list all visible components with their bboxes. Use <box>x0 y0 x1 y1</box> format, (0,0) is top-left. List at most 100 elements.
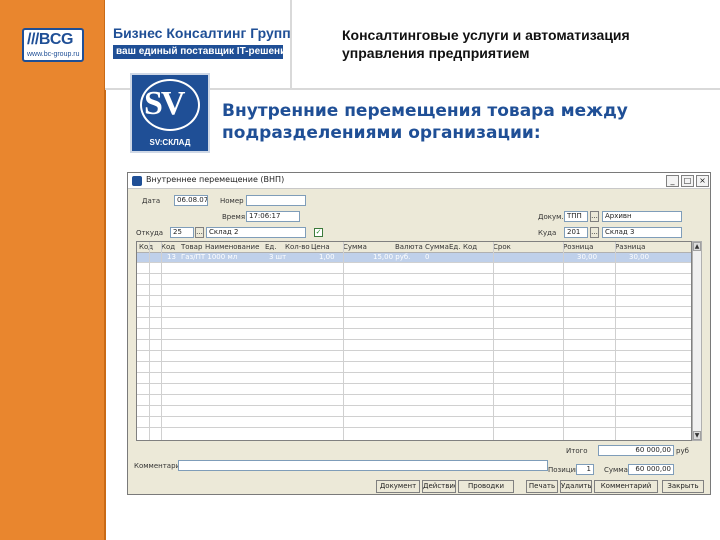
time-field[interactable]: 17:06:17 <box>246 211 300 222</box>
sv-logo-caption: SV:СКЛАД <box>149 138 191 147</box>
row-divider <box>137 328 691 329</box>
row-divider <box>137 405 691 406</box>
col-header[interactable]: Валюта <box>395 243 425 251</box>
slide-header: ///BCG www.bc-group.ru Бизнес Консалтинг… <box>0 0 720 92</box>
confirm-check-icon[interactable]: ✓ <box>314 228 323 237</box>
col-divider <box>615 242 616 440</box>
col-divider <box>493 242 494 440</box>
count-field: 1 <box>576 464 594 475</box>
count-label: Позиций <box>548 466 580 474</box>
table-cell[interactable]: 3 шт <box>269 253 293 262</box>
action-button[interactable]: Действие <box>422 480 456 493</box>
total-currency: руб <box>676 447 689 455</box>
doc-label: Докум. <box>538 213 564 221</box>
row-divider <box>137 317 691 318</box>
table-cell[interactable]: 0 <box>425 253 437 262</box>
row-divider <box>137 273 691 274</box>
col-divider <box>149 242 150 440</box>
col-header[interactable]: Цена <box>311 243 335 251</box>
delete-button[interactable]: Удалить <box>560 480 592 493</box>
app-icon <box>132 176 142 186</box>
to-code-field[interactable]: 201 <box>564 227 588 238</box>
table-cell[interactable]: 30,00 <box>577 253 607 262</box>
col-header[interactable]: Код <box>161 243 181 251</box>
slide-title: Внутренние перемещения товара между подр… <box>222 101 628 143</box>
sum-field: 60 000,00 <box>628 464 674 475</box>
company-tagline: ваш единый поставщик IT-решений <box>113 45 283 59</box>
grid-scrollbar[interactable]: ▲ ▼ <box>692 241 702 441</box>
close-form-button[interactable]: Закрыть <box>662 480 704 493</box>
maximize-button[interactable]: □ <box>681 175 694 187</box>
header-divider <box>290 0 292 88</box>
from-name-field[interactable]: Склад 2 <box>206 227 306 238</box>
number-label: Номер <box>220 197 244 205</box>
minimize-button[interactable]: _ <box>666 175 679 187</box>
col-header[interactable]: Кол-во <box>285 243 311 251</box>
total-label: Итого <box>566 447 588 455</box>
company-name: Бизнес Консалтинг Групп <box>113 25 291 41</box>
table-cell[interactable]: 30,00 <box>629 253 659 262</box>
to-name-field[interactable]: Склад 3 <box>602 227 682 238</box>
row-divider <box>137 295 691 296</box>
table-cell[interactable]: 1,00 <box>319 253 343 262</box>
transfer-document-window: Внутреннее перемещение (ВНП) _ □ × Дата … <box>127 172 711 495</box>
row-divider <box>137 339 691 340</box>
row-divider <box>137 350 691 351</box>
col-header[interactable]: Наименование <box>205 243 265 251</box>
window-titlebar[interactable]: Внутреннее перемещение (ВНП) _ □ × <box>128 173 710 189</box>
to-lookup-button[interactable]: ... <box>590 227 599 238</box>
row-divider <box>137 361 691 362</box>
comment-field[interactable] <box>178 460 548 471</box>
row-divider <box>137 383 691 384</box>
row-divider <box>137 306 691 307</box>
row-divider <box>137 427 691 428</box>
items-grid[interactable]: Код Код Товар Наименование Ед. Кол-во Це… <box>136 241 692 441</box>
document-button[interactable]: Документ <box>376 480 420 493</box>
number-field[interactable] <box>246 195 306 206</box>
bcg-logo: ///BCG www.bc-group.ru <box>22 28 84 62</box>
window-title: Внутреннее перемещение (ВНП) <box>146 175 285 184</box>
bcg-logo-mark: ///BCG <box>27 31 73 48</box>
price-type-field[interactable]: Архивн <box>602 211 682 222</box>
doc-lookup-button[interactable]: ... <box>590 211 599 222</box>
row-divider <box>137 372 691 373</box>
col-header[interactable]: Ед. <box>449 243 463 251</box>
sum-label: Сумма <box>604 466 628 474</box>
scroll-down-icon[interactable]: ▼ <box>693 431 701 440</box>
col-header[interactable]: Товар <box>181 243 205 251</box>
scroll-up-icon[interactable]: ▲ <box>693 242 701 251</box>
table-cell[interactable]: Газ/ПТ 1000 мл <box>181 253 265 262</box>
from-label: Откуда <box>136 229 164 237</box>
bcg-logo-url: www.bc-group.ru <box>27 51 80 58</box>
close-button[interactable]: × <box>696 175 709 187</box>
col-divider <box>161 242 162 440</box>
table-cell[interactable]: 13 <box>167 253 179 262</box>
col-header[interactable]: Сумма <box>343 243 383 251</box>
comment-button[interactable]: Комментарий <box>594 480 658 493</box>
col-header[interactable]: Разница <box>615 243 665 251</box>
to-label: Куда <box>538 229 557 237</box>
grid-header: Код Код Товар Наименование Ед. Кол-во Це… <box>137 242 691 253</box>
col-divider <box>343 242 344 440</box>
date-label: Дата <box>142 197 161 205</box>
col-divider <box>563 242 564 440</box>
from-code-field[interactable]: 25 <box>170 227 194 238</box>
row-divider <box>137 416 691 417</box>
row-divider <box>137 284 691 285</box>
date-field[interactable]: 06.08.07 <box>174 195 208 206</box>
col-header[interactable]: Сумма <box>425 243 449 251</box>
sv-logo-mark: SV <box>144 85 185 122</box>
print-button[interactable]: Печать <box>526 480 558 493</box>
time-label: Время <box>222 213 246 221</box>
col-header[interactable]: Ед. <box>265 243 285 251</box>
col-header[interactable]: Розница <box>563 243 613 251</box>
col-header[interactable]: Код <box>463 243 483 251</box>
from-lookup-button[interactable]: ... <box>195 227 204 238</box>
doc-code-field[interactable]: ТПП <box>564 211 588 222</box>
header-title: Консалтинговые услуги и автоматизация уп… <box>342 27 630 61</box>
row-divider <box>137 262 691 263</box>
col-header[interactable]: Срок <box>493 243 553 251</box>
table-cell[interactable]: 15,00 руб. <box>373 253 423 262</box>
row-divider <box>137 394 691 395</box>
entries-button[interactable]: Проводки <box>458 480 514 493</box>
